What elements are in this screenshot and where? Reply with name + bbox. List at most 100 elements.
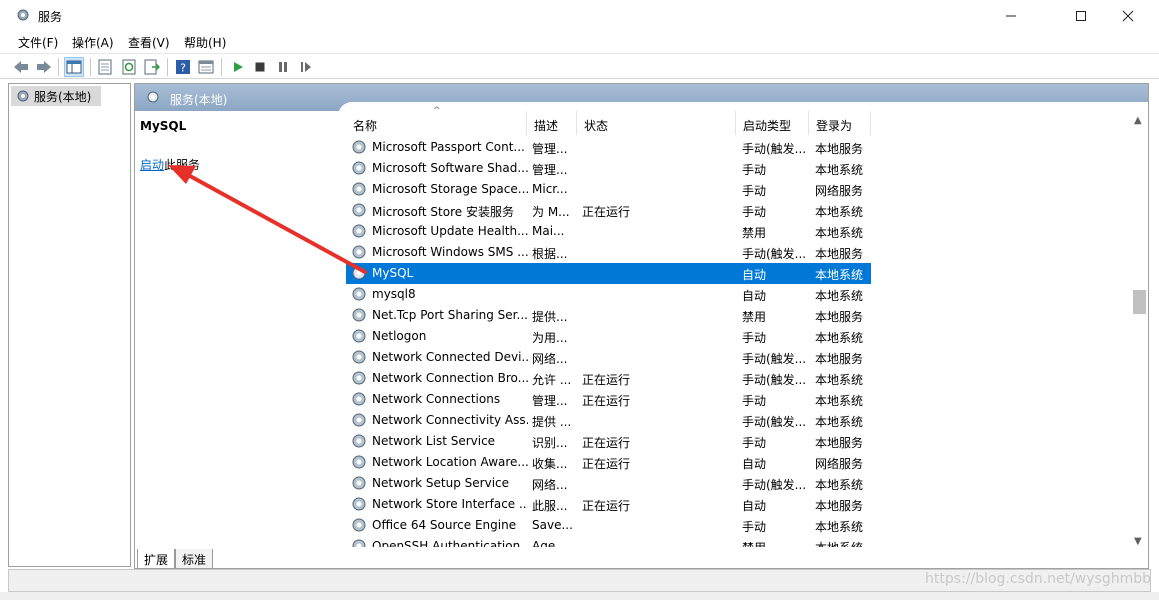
column-header-description[interactable]: 描述 (527, 111, 577, 135)
service-name: Microsoft Storage Space... (372, 182, 528, 196)
service-row[interactable]: Network Setup Service 网络... 手动(触发... 本地系统 (346, 473, 871, 494)
service-row[interactable]: Network Connected Devi... 网络... 手动(触发... 本地… (346, 347, 871, 368)
service-desc: 管理... (532, 394, 568, 408)
service-desc: 根据... (532, 247, 568, 261)
scroll-thumb[interactable] (1133, 290, 1146, 314)
service-startup: 禁用 (742, 226, 767, 240)
service-name: Network Location Aware... (372, 455, 528, 469)
column-header-name[interactable]: ^ 名称 (346, 106, 527, 135)
service-row[interactable]: MySQL 自动 本地系统 (346, 263, 871, 284)
minimize-icon (1006, 15, 1016, 16)
service-status: 正在运行 (582, 436, 631, 450)
service-desc: 允许 ... (532, 373, 572, 387)
service-row[interactable]: Network List Service 识别... 正在运行 手动 本地服务 (346, 431, 871, 452)
tree-item-label: 服务(本地) (34, 89, 92, 104)
service-row[interactable]: Microsoft Update Health... Mai... 禁用 本地系统 (346, 221, 871, 242)
service-gear-icon (352, 287, 366, 301)
service-row[interactable]: Microsoft Windows SMS ... 根据... 手动(触发... 本地… (346, 242, 871, 263)
close-button[interactable] (1105, 0, 1151, 31)
stop-service-button[interactable] (250, 57, 270, 77)
service-logon: 本地服务 (815, 499, 864, 513)
service-logon: 本地服务 (815, 247, 864, 261)
service-logon: 本地服务 (815, 310, 864, 324)
pause-service-button[interactable] (273, 57, 293, 77)
service-gear-icon (352, 224, 366, 238)
service-gear-icon (352, 434, 366, 448)
export-list-button[interactable] (142, 57, 162, 77)
service-gear-icon (352, 161, 366, 175)
service-name: OpenSSH Authentication ... (372, 539, 528, 547)
show-hide-console-tree-button[interactable] (64, 57, 84, 77)
window-title: 服务 (38, 10, 63, 24)
service-row[interactable]: Network Location Aware... 收集... 正在运行 自动 网络服务 (346, 452, 871, 473)
service-row[interactable]: OpenSSH Authentication ... Age... 禁用本地系统 (346, 536, 871, 547)
service-gear-icon (352, 392, 366, 406)
services-pane: 服务(本地) MySQL 启动此服务 ^ 名称 描述 状态 启动类型 登录为 M… (134, 83, 1149, 569)
selected-service-name: MySQL (140, 119, 187, 133)
maximize-button[interactable] (1058, 0, 1104, 31)
menu-bar: 文件(F) 操作(A) 查看(V) 帮助(H) (0, 31, 1159, 53)
service-logon: 本地服务 (815, 352, 864, 366)
help-button[interactable]: ? (173, 57, 193, 77)
menu-action[interactable]: 操作(A) (72, 34, 114, 51)
tree-item-services-local[interactable]: 服务(本地) (11, 86, 101, 106)
service-desc: 管理... (532, 163, 568, 177)
tab-extended[interactable]: 扩展 (137, 549, 176, 568)
service-logon: 本地服务 (815, 142, 864, 156)
service-logon: 本地系统 (815, 539, 871, 547)
service-row[interactable]: Network Store Interface ... 此服... 正在运行 自动 本地… (346, 494, 871, 515)
column-header-startup-type[interactable]: 启动类型 (736, 111, 809, 135)
service-row[interactable]: Netlogon 为用... 手动 本地系统 (346, 326, 871, 347)
service-row[interactable]: Network Connections 管理... 正在运行 手动 本地系统 (346, 389, 871, 410)
service-gear-icon (352, 350, 366, 364)
maximize-icon (1076, 10, 1086, 21)
service-row[interactable]: Microsoft Store 安装服务 为 M... 正在运行 手动 本地系统 (346, 200, 871, 221)
services-list: ^ 名称 描述 状态 启动类型 登录为 Microsoft Passport C… (346, 106, 1136, 547)
service-row[interactable]: Office 64 Source Engine Save... 手动 本地系统 (346, 515, 871, 536)
forward-button[interactable] (34, 57, 54, 77)
sort-ascending-icon: ^ (433, 106, 441, 116)
service-name: Microsoft Windows SMS ... (372, 245, 528, 259)
service-name: Network Store Interface ... (372, 497, 528, 511)
service-name: Microsoft Passport Cont... (372, 140, 525, 154)
view-icon (198, 60, 214, 74)
service-desc: Micr... (532, 182, 568, 196)
menu-view[interactable]: 查看(V) (128, 34, 170, 51)
vertical-scrollbar[interactable]: ▲ ▼ (1130, 111, 1148, 551)
service-row[interactable]: Network Connectivity Ass... 提供 ... 手动(触发..… (346, 410, 871, 431)
service-name: Network Connectivity Ass... (372, 413, 528, 427)
tab-standard[interactable]: 标准 (175, 549, 214, 568)
back-button[interactable] (11, 57, 31, 77)
service-status: 正在运行 (582, 205, 631, 219)
view-button[interactable] (196, 57, 216, 77)
column-header-logon-as[interactable]: 登录为 (809, 111, 871, 135)
service-status: 正在运行 (582, 394, 631, 408)
refresh-button[interactable] (119, 57, 139, 77)
service-row[interactable]: Microsoft Software Shad... 管理... 手动 本地系统 (346, 158, 871, 179)
service-row[interactable]: Net.Tcp Port Sharing Ser... 提供... 禁用 本地服务 (346, 305, 871, 326)
service-desc: 此服... (532, 499, 568, 513)
service-gear-icon (352, 329, 366, 343)
service-row[interactable]: Microsoft Passport Cont... 管理... 手动(触发... 本… (346, 137, 871, 158)
service-logon: 本地系统 (815, 331, 864, 345)
menu-help[interactable]: 帮助(H) (184, 34, 226, 51)
properties-icon (98, 59, 112, 75)
service-row[interactable]: Network Connection Bro... 允许 ... 正在运行 手动(触发… (346, 368, 871, 389)
start-service-link[interactable]: 启动 (140, 158, 164, 172)
service-desc: 收集... (532, 457, 568, 471)
resume-service-button[interactable] (296, 57, 316, 77)
scroll-up-icon[interactable]: ▲ (1134, 115, 1142, 126)
service-startup: 自动 (742, 499, 767, 513)
properties-button[interactable] (95, 57, 115, 77)
service-row[interactable]: Microsoft Storage Space... Micr... 手动 网络服务 (346, 179, 871, 200)
minimize-button[interactable] (988, 0, 1034, 31)
service-startup: 自动 (742, 457, 767, 471)
start-service-button[interactable] (228, 57, 248, 77)
scroll-down-icon[interactable]: ▼ (1134, 536, 1142, 547)
menu-file[interactable]: 文件(F) (18, 34, 58, 51)
service-logon: 本地系统 (815, 163, 864, 177)
service-row[interactable]: mysql8 自动 本地系统 (346, 284, 871, 305)
service-startup: 禁用 (742, 539, 808, 547)
service-name: mysql8 (372, 287, 416, 301)
column-header-status[interactable]: 状态 (577, 111, 736, 135)
